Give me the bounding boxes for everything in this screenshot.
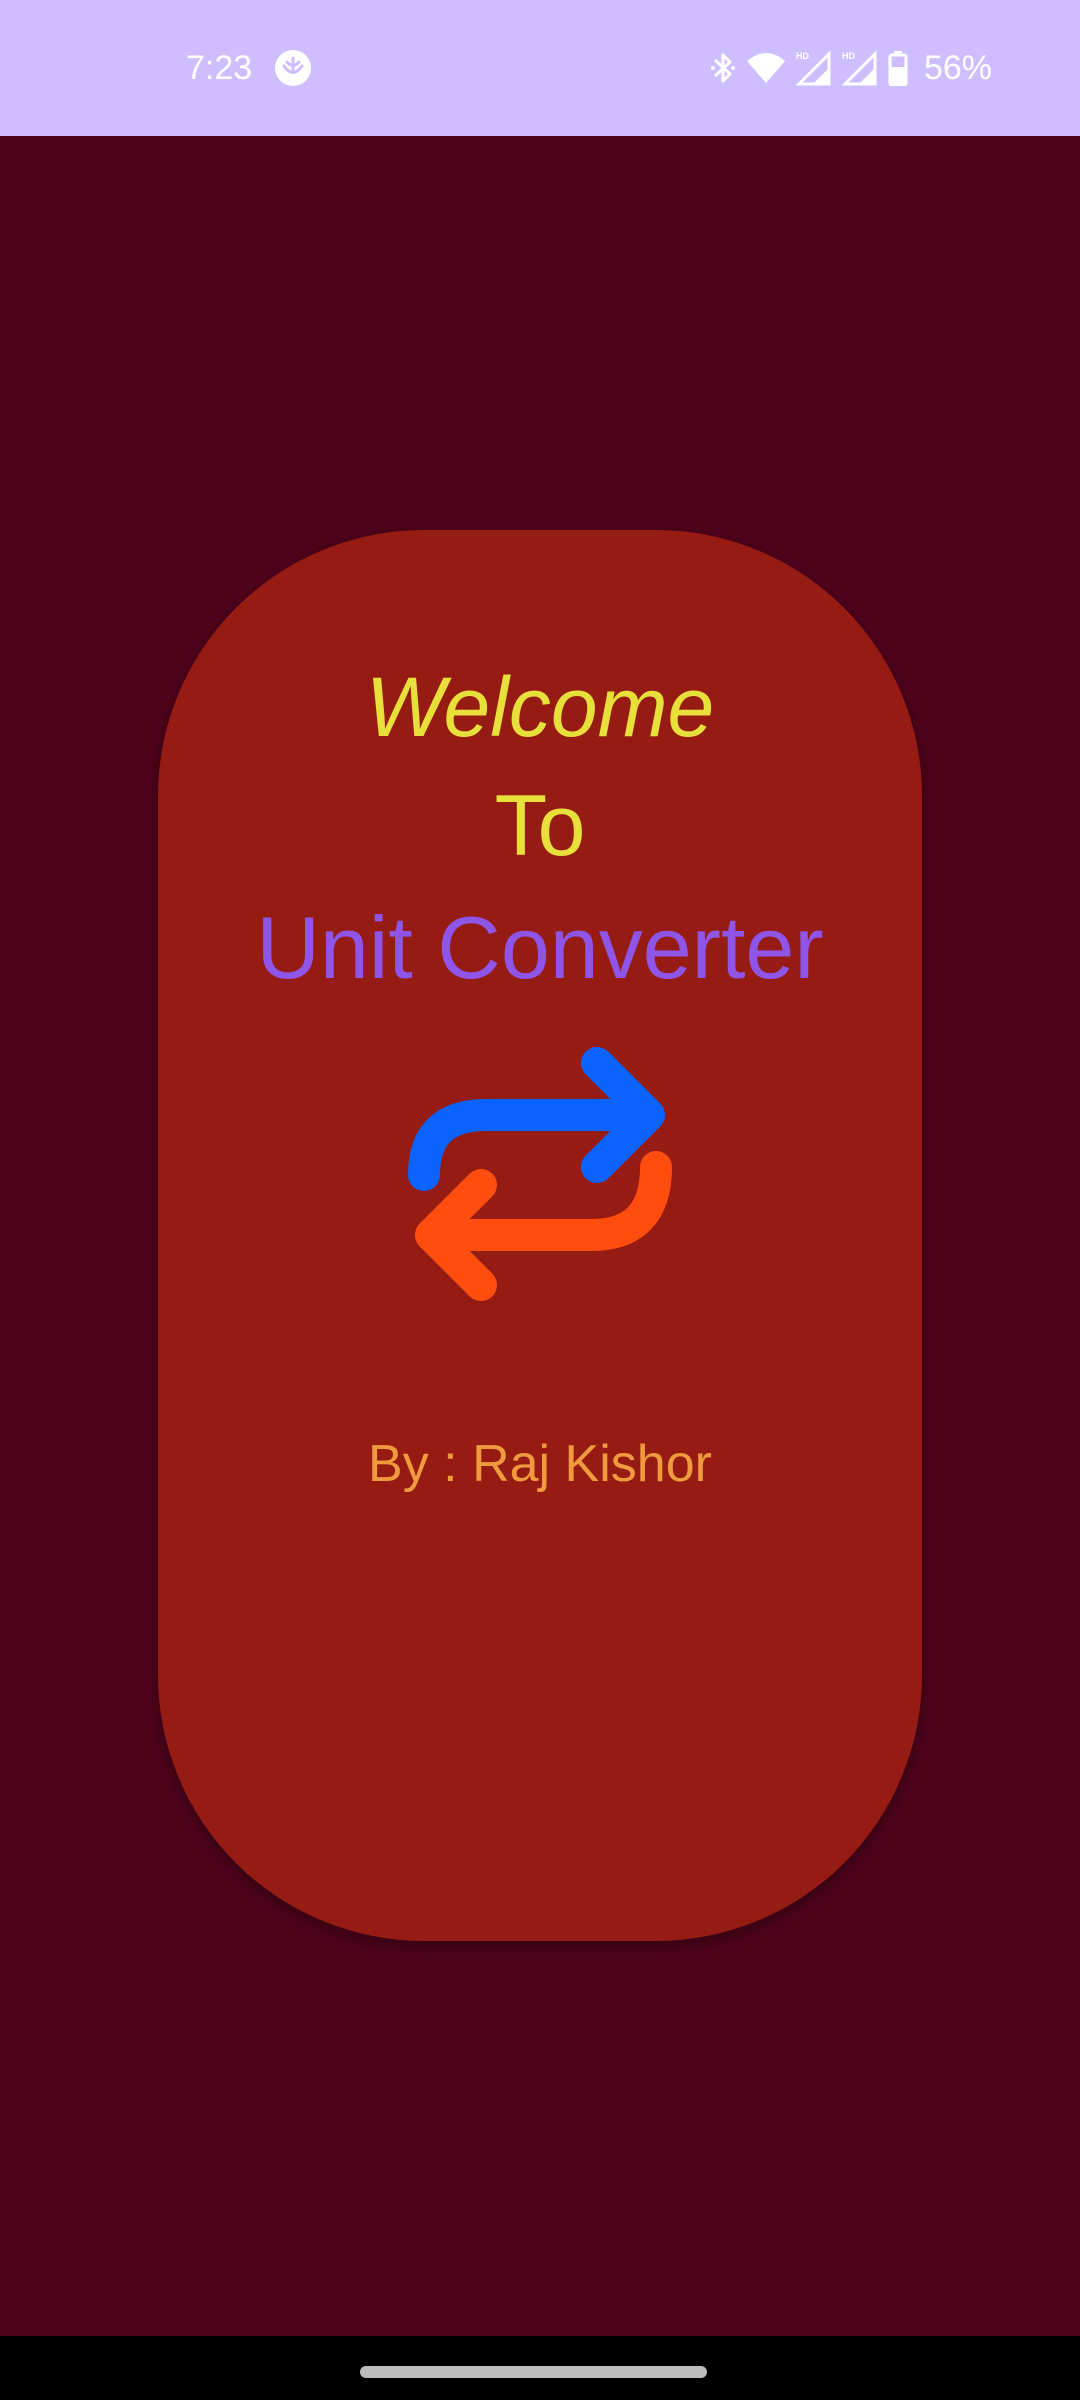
svg-text:HD: HD: [796, 51, 809, 61]
to-text: To: [494, 778, 586, 874]
home-gesture-handle[interactable]: [360, 2366, 707, 2378]
signal-hd-icon: HD: [795, 50, 831, 86]
battery-percentage: 56%: [923, 49, 992, 87]
author-credit: By : Raj Kishor: [368, 1435, 712, 1493]
swap-arrows-icon: [408, 1047, 672, 1301]
app-notification-icon: [275, 50, 311, 86]
app-title: Unit Converter: [256, 898, 824, 997]
status-icons: HD HD 56%: [710, 44, 992, 92]
welcome-text: Welcome: [365, 660, 715, 754]
wifi-icon: [746, 53, 785, 83]
bluetooth-icon: [710, 53, 735, 83]
status-bar: 7:23 HD HD 56%: [0, 0, 1080, 136]
signal-hd-icon: HD: [841, 50, 877, 86]
navigation-bar: [0, 2336, 1080, 2400]
welcome-card: Welcome To Unit Converter By : Raj Kisho…: [158, 530, 922, 1941]
svg-text:HD: HD: [842, 51, 855, 61]
battery-icon: [888, 51, 908, 86]
status-time: 7:23: [186, 49, 253, 87]
